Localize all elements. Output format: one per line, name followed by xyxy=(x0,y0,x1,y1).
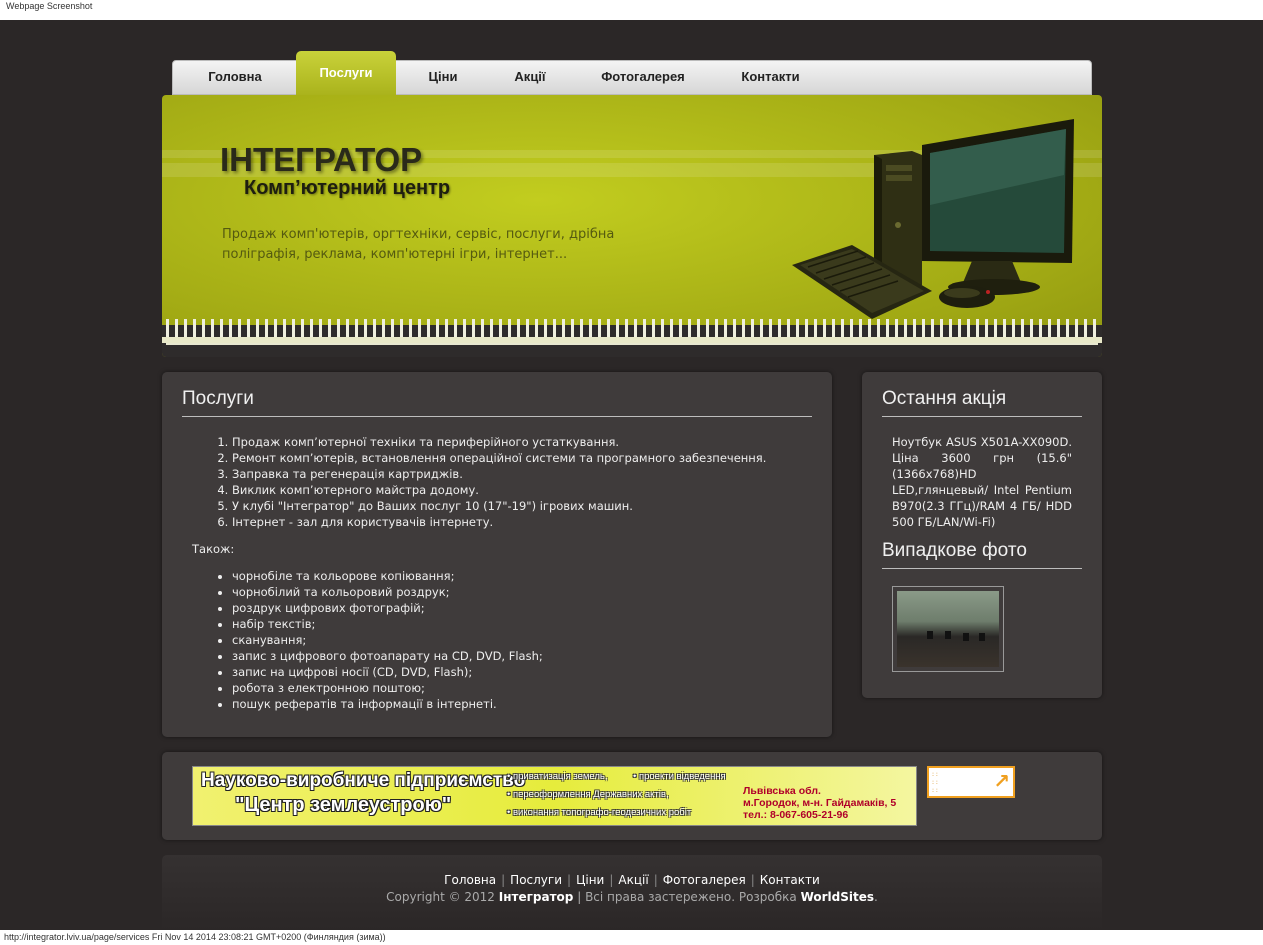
nav-item-home[interactable]: Головна xyxy=(183,61,287,95)
ad-bullet: • переоформлення Державних актів, xyxy=(507,789,669,800)
list-item: чорнобіле та кольорове копіювання; xyxy=(232,568,543,584)
nav-item-services[interactable]: Послуги xyxy=(296,51,396,95)
sidebar-panel: Остання акція Ноутбук ASUS X501A-XX090D.… xyxy=(862,372,1102,698)
footer-link-contacts[interactable]: Контакти xyxy=(760,873,820,887)
list-item: Інтернет - зал для користувачів інтернет… xyxy=(232,514,766,530)
promo-heading: Остання акція xyxy=(882,388,1007,409)
photo-divider xyxy=(882,568,1082,569)
site-subtitle: Комп’ютерний центр xyxy=(244,177,451,199)
list-item: чорнобілий та кольоровий роздрук; xyxy=(232,584,543,600)
list-item: робота з електронною поштою; xyxy=(232,680,543,696)
spiral-bar xyxy=(162,337,1102,343)
list-item: запис з цифрового фотоапарату на CD, DVD… xyxy=(232,648,543,664)
promo-text[interactable]: Ноутбук ASUS X501A-XX090D. Ціна 3600 грн… xyxy=(892,434,1072,530)
page-title: Послуги xyxy=(182,388,254,409)
nav-item-contacts[interactable]: Контакти xyxy=(728,61,813,95)
status-bar-url: http://integrator.lviv.ua/page/services … xyxy=(4,932,386,942)
heading-divider xyxy=(182,416,812,417)
ad-bullet: • виконання топографо-геодезичних робіт xyxy=(507,807,692,818)
ad-title: Науково-виробниче підприємство xyxy=(201,770,526,791)
promo-divider xyxy=(882,416,1082,417)
services-list: Продаж комп’ютерної техніки та периферій… xyxy=(212,434,766,530)
site-header: ІНТЕГРАТОР Комп’ютерний центр Продаж ком… xyxy=(162,95,1102,357)
copyright: Copyright © 2012 Інтегратор | Всі права … xyxy=(386,890,878,904)
footer-brand-link[interactable]: Інтегратор xyxy=(499,890,574,904)
list-item: запис на цифрові носії (CD, DVD, Flash); xyxy=(232,664,543,680)
land-management-ad[interactable]: Науково-виробниче підприємство "Центр зе… xyxy=(192,766,917,826)
developer-link[interactable]: WorldSites xyxy=(801,890,874,904)
list-item: набір текстів; xyxy=(232,616,543,632)
ad-dots: : :: :: : xyxy=(932,771,938,794)
ad-phone: тел.: 8-067-605-21-96 xyxy=(743,809,849,821)
list-item: роздрук цифрових фотографій; xyxy=(232,600,543,616)
list-item: Ремонт комп’ютерів, встановлення операці… xyxy=(232,450,766,466)
footer-link-promotions[interactable]: Акції xyxy=(618,873,648,887)
main-nav: Головна Послуги Ціни Акції Фотогалерея К… xyxy=(172,51,1092,95)
random-photo-heading: Випадкове фото xyxy=(882,540,1027,561)
ad-region: Львівська обл. xyxy=(743,785,821,797)
random-photo-link[interactable] xyxy=(892,586,1004,672)
header-spiral-binding xyxy=(162,319,1102,357)
footer-link-prices[interactable]: Ціни xyxy=(576,873,604,887)
ad-address: м.Городок, м-н. Гайдамаків, 5 xyxy=(743,797,897,809)
extras-list: чорнобіле та кольорове копіювання; чорно… xyxy=(212,568,543,712)
random-photo-thumbnail xyxy=(897,591,999,667)
list-item: Продаж комп’ютерної техніки та периферій… xyxy=(232,434,766,450)
ad-bullet: • проекти відведення xyxy=(633,771,726,782)
arrow-up-right-icon: ↗ xyxy=(993,769,1010,793)
nav-item-prices[interactable]: Ціни xyxy=(413,61,473,95)
site-title: ІНТЕГРАТОР xyxy=(220,141,423,178)
footer-link-home[interactable]: Головна xyxy=(444,873,496,887)
nav-item-promotions[interactable]: Акції xyxy=(495,61,565,95)
list-item: пошук рефератів та інформації в інтернет… xyxy=(232,696,543,712)
list-item: У клубі "Інтегратор" до Ваших послуг 10 … xyxy=(232,498,766,514)
ad-bullet: • приватизація земель, xyxy=(507,771,608,782)
site-tagline: Продаж комп'ютерів, оргтехніки, сервіс, … xyxy=(222,227,615,262)
services-panel: Послуги Продаж комп’ютерної техніки та п… xyxy=(162,372,832,737)
also-label: Також: xyxy=(192,542,235,556)
list-item: сканування; xyxy=(232,632,543,648)
list-item: Заправка та регенерація картриджів. xyxy=(232,466,766,482)
computer-illustration xyxy=(792,119,1074,319)
ads-panel: Науково-виробниче підприємство "Центр зе… xyxy=(162,752,1102,840)
ad-company-name: "Центр землеустрою" xyxy=(235,794,452,816)
footer-nav: Головна | Послуги | Ціни | Акції | Фотогалерея | К… xyxy=(444,873,820,887)
nav-item-gallery[interactable]: Фотогалерея xyxy=(588,61,698,95)
small-ad-banner[interactable]: : :: :: : ↗ xyxy=(927,766,1015,798)
mouse-icon xyxy=(939,286,995,308)
footer-link-services[interactable]: Послуги xyxy=(510,873,562,887)
monitor-icon xyxy=(922,119,1074,295)
screenshot-caption: Webpage Screenshot xyxy=(6,1,93,11)
site-footer: Головна | Послуги | Ціни | Акції | Фотогалерея | К… xyxy=(162,855,1102,930)
list-item: Виклик комп’ютерного майстра додому. xyxy=(232,482,766,498)
footer-link-gallery[interactable]: Фотогалерея xyxy=(663,873,746,887)
